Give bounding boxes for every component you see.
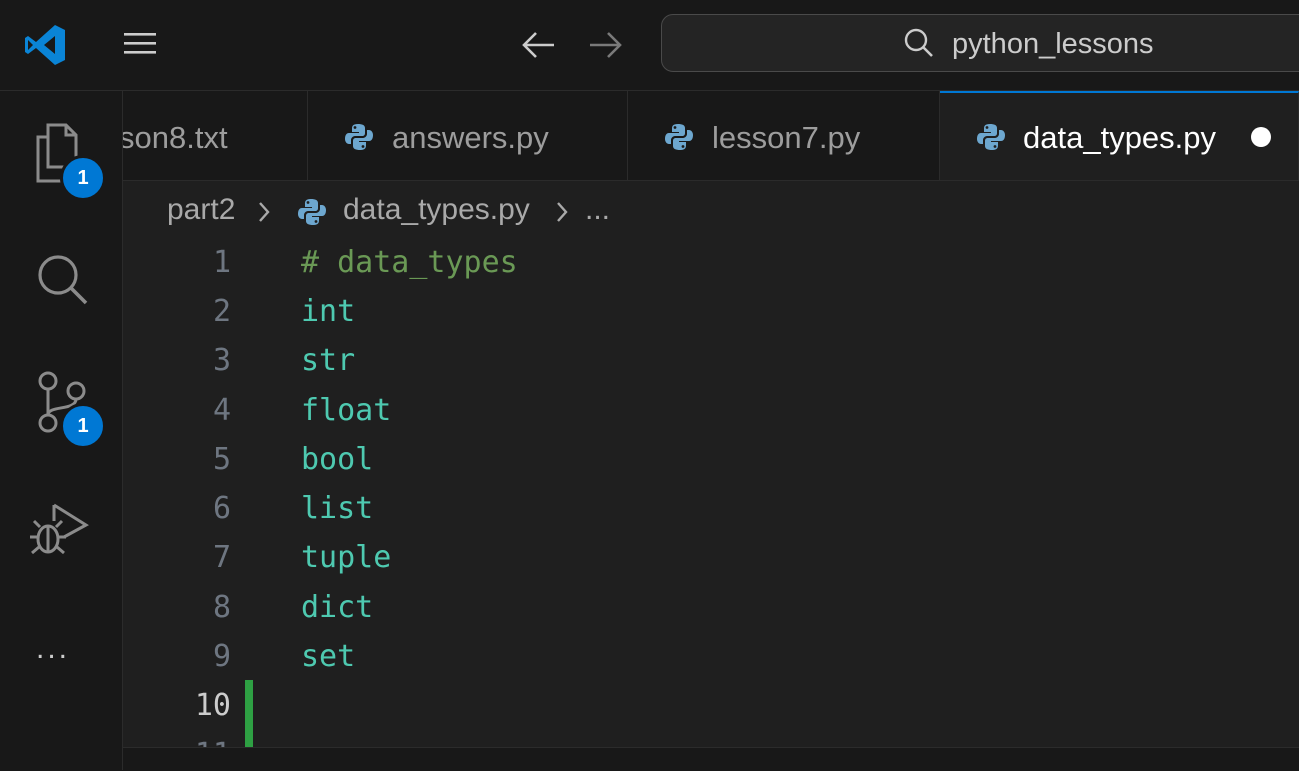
line-number: 8: [212, 590, 231, 625]
line-number: 6: [212, 491, 231, 526]
code-line: 1 # data_types: [123, 237, 1299, 286]
added-line-marker: [245, 729, 253, 747]
code-text: bool: [301, 442, 374, 477]
python-icon: [345, 124, 373, 150]
more-icon[interactable]: ...: [36, 634, 70, 664]
code-line: 11: [123, 729, 1299, 747]
search-icon: [38, 255, 88, 305]
run-and-debug-button[interactable]: [28, 497, 94, 563]
tab-label: answers.py: [392, 120, 549, 155]
line-number: 11: [123, 737, 231, 747]
python-icon: [665, 124, 693, 150]
source-control-button[interactable]: 1: [28, 369, 106, 449]
line-number: 7: [212, 540, 231, 575]
run-debug-icon: [30, 503, 89, 555]
tab-data-types-py[interactable]: data_types.py: [940, 91, 1299, 180]
tab-bar: son8.txt answers.py lesson7.py data_type…: [123, 91, 1299, 181]
code-line: 9 set: [123, 631, 1299, 680]
code-line: 4 float: [123, 385, 1299, 434]
code-text: set: [301, 639, 356, 674]
code-line: 5 bool: [123, 434, 1299, 483]
explorer-badge: 1: [60, 155, 106, 201]
chevron-right-icon: [557, 202, 568, 222]
tab-answers-py[interactable]: answers.py: [308, 91, 628, 180]
line-number: 3: [212, 343, 231, 378]
tab-lesson7-py[interactable]: lesson7.py: [628, 91, 940, 180]
code-line: 3 str: [123, 335, 1299, 384]
editor[interactable]: part2 data_types.py ... 1 # data_types 2…: [123, 181, 1299, 747]
unsaved-dot-icon[interactable]: [1251, 127, 1271, 147]
arrow-right-icon[interactable]: [586, 28, 626, 62]
line-number: 5: [212, 442, 231, 477]
activity-bar: 1 1 ...: [0, 91, 123, 770]
code-text: list: [301, 491, 374, 526]
arrow-left-icon[interactable]: [518, 28, 558, 62]
code-text: str: [301, 343, 356, 378]
breadcrumb-file[interactable]: data_types.py: [343, 193, 530, 227]
title-bar: python_lessons: [0, 0, 1299, 91]
python-icon: [298, 199, 326, 225]
tab-label: data_types.py: [1023, 120, 1217, 155]
code-text: tuple: [301, 540, 392, 575]
code-line: 8 dict: [123, 582, 1299, 631]
breadcrumb-folder[interactable]: part2: [167, 193, 235, 227]
search-text: python_lessons: [952, 28, 1154, 60]
command-center-search[interactable]: python_lessons: [661, 14, 1299, 72]
tab-son8-txt[interactable]: son8.txt: [123, 91, 308, 180]
code-line: 2 int: [123, 286, 1299, 335]
code-text: float: [301, 393, 392, 428]
search-icon: [904, 28, 933, 57]
breadcrumb-more[interactable]: ...: [585, 193, 610, 227]
code-text: # data_types: [301, 245, 518, 280]
code-text: int: [301, 294, 356, 329]
line-number: 10: [194, 688, 231, 723]
line-number: 2: [212, 294, 231, 329]
code-text: dict: [301, 590, 374, 625]
line-number: 1: [212, 245, 231, 280]
hamburger-menu-icon[interactable]: [122, 28, 158, 58]
vscode-logo-icon[interactable]: [22, 22, 68, 68]
chevron-right-icon: [259, 202, 270, 222]
added-line-marker: [245, 680, 253, 729]
source-control-badge: 1: [60, 403, 106, 449]
python-icon: [977, 124, 1005, 150]
tab-label: lesson7.py: [712, 120, 861, 155]
editor-bottom-edge: [123, 747, 1299, 771]
line-number: 4: [212, 393, 231, 428]
search-button[interactable]: [28, 249, 94, 315]
code-line: 6 list: [123, 483, 1299, 532]
explorer-button[interactable]: 1: [28, 119, 106, 201]
tab-label: son8.txt: [123, 120, 228, 155]
code-line: 7 tuple: [123, 532, 1299, 581]
line-number: 9: [212, 639, 231, 674]
code-line-current: 10: [123, 680, 1299, 729]
